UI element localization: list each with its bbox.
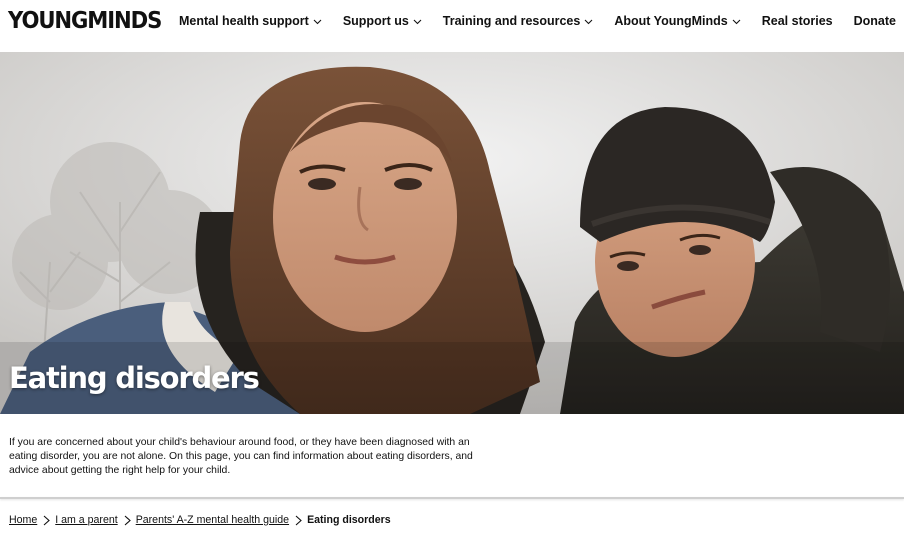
nav-item-support-us[interactable]: Support us xyxy=(343,12,422,30)
nav-item-real-stories[interactable]: Real stories xyxy=(762,12,833,30)
chevron-down-icon xyxy=(584,17,593,26)
chevron-down-icon xyxy=(313,17,322,26)
nav-item-training-and-resources[interactable]: Training and resources xyxy=(443,12,594,30)
breadcrumb-i-am-a-parent[interactable]: I am a parent xyxy=(55,514,117,526)
nav-item-label: Mental health support xyxy=(178,14,309,28)
nav-item-label: Donate xyxy=(853,14,896,28)
section-divider xyxy=(0,497,904,499)
chevron-right-icon xyxy=(41,515,53,526)
hero-photo xyxy=(0,52,904,414)
nav-item-label: Support us xyxy=(342,14,409,28)
nav-item-mental-health-support[interactable]: Mental health support xyxy=(179,12,322,30)
page-title: Eating disorders xyxy=(9,361,260,395)
hero-banner: Eating disorders xyxy=(0,52,904,414)
breadcrumb: Home I am a parent Parents' A-Z mental h… xyxy=(9,514,391,526)
chevron-right-icon xyxy=(293,515,305,526)
breadcrumb-parents-az-guide[interactable]: Parents' A-Z mental health guide xyxy=(136,514,289,526)
chevron-right-icon xyxy=(122,515,134,526)
breadcrumb-current: Eating disorders xyxy=(307,514,391,526)
main-nav: Mental health support Support us Trainin… xyxy=(158,12,896,30)
nav-item-label: Real stories xyxy=(761,14,833,28)
youngminds-logo[interactable]: YOUNGMINDS xyxy=(8,8,162,34)
chevron-down-icon xyxy=(413,17,422,26)
site-header: YOUNGMINDS Mental health support Support… xyxy=(0,0,904,52)
breadcrumb-home[interactable]: Home xyxy=(9,514,37,526)
nav-item-donate[interactable]: Donate xyxy=(854,12,896,30)
chevron-down-icon xyxy=(732,17,741,26)
nav-item-about-youngminds[interactable]: About YoungMinds xyxy=(614,12,741,30)
intro-paragraph: If you are concerned about your child's … xyxy=(9,437,473,477)
nav-item-label: Training and resources xyxy=(442,14,581,28)
nav-item-label: About YoungMinds xyxy=(614,14,728,28)
